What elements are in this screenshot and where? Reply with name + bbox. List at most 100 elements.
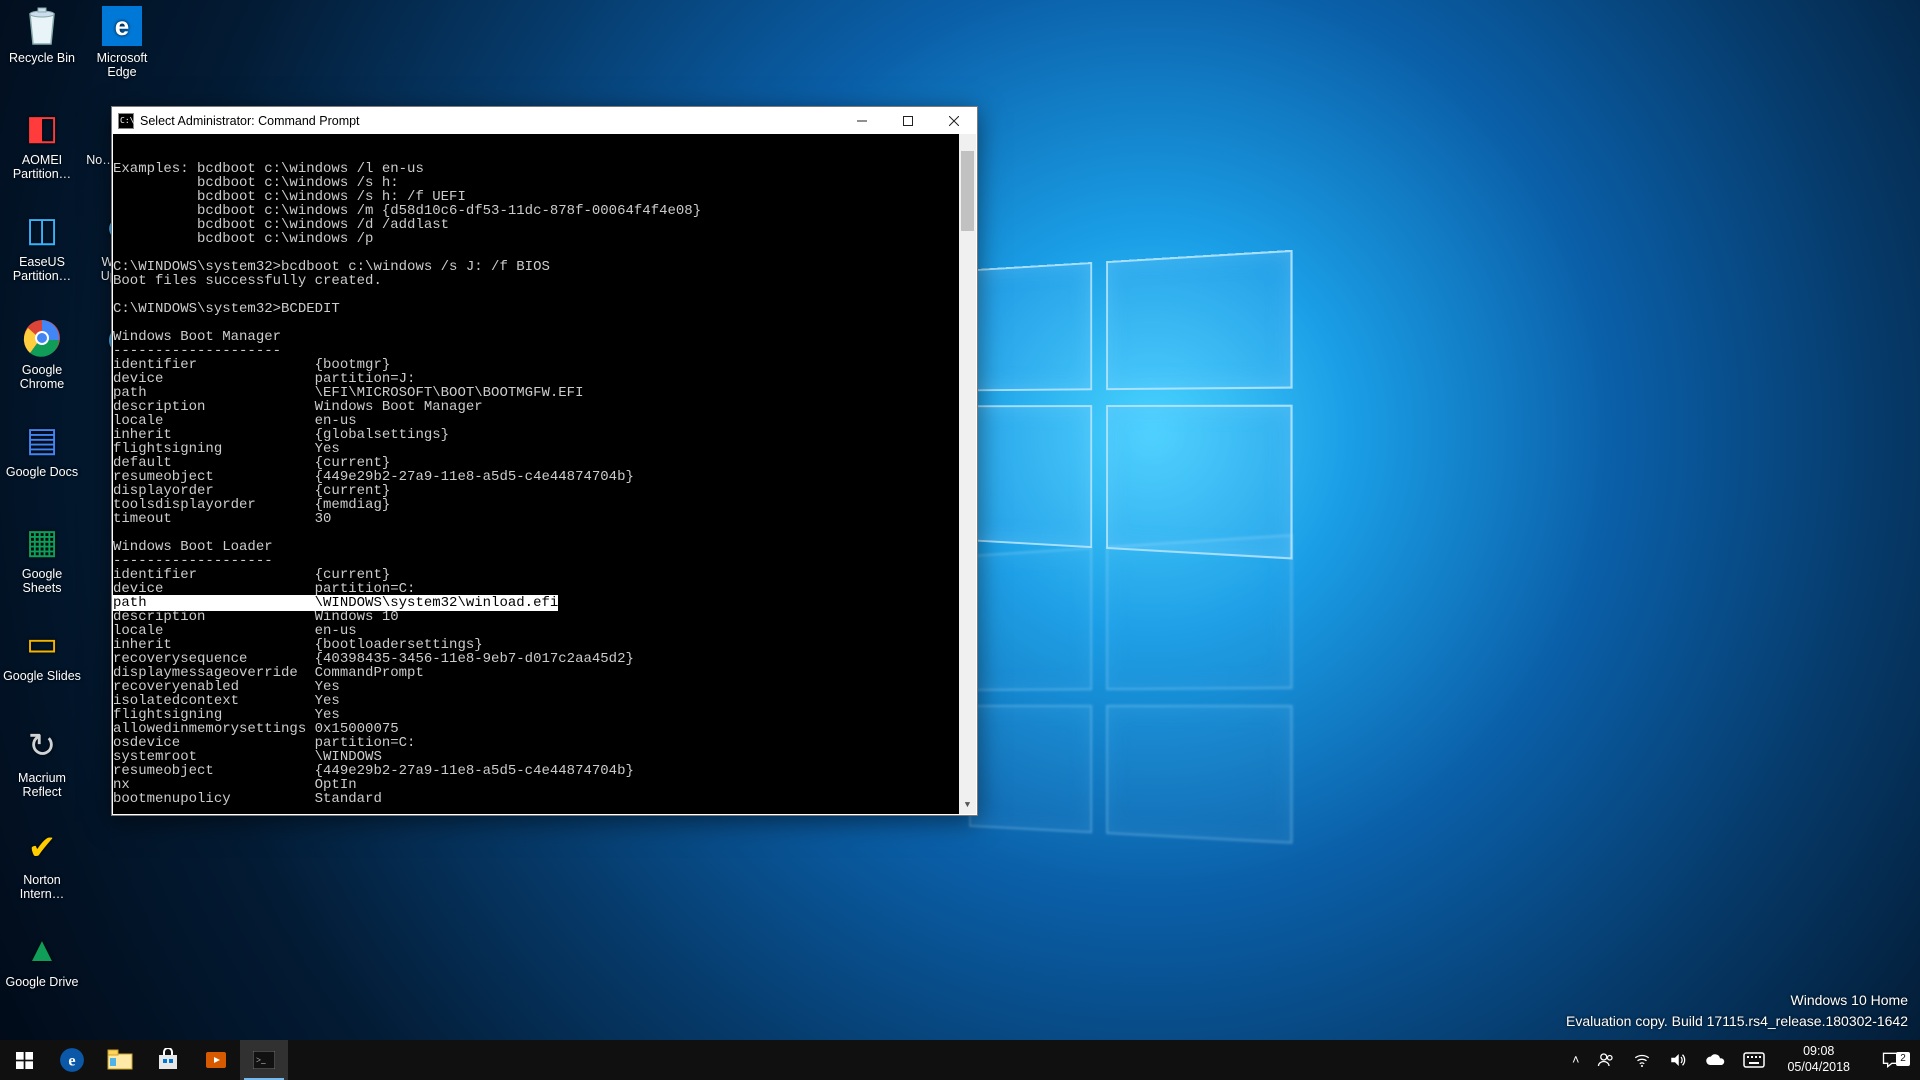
microsoft-edge-icon: e (100, 4, 144, 48)
norton-icon: ✔ (20, 826, 64, 870)
taskbar[interactable]: e >_ ˄ 09:08 05/04/2018 (0, 1040, 1920, 1080)
terminal-line: ------------------- (113, 554, 976, 568)
terminal-line: bcdboot c:\windows /d /addlast (113, 218, 976, 232)
gslides-icon: ▭ (20, 622, 64, 666)
desktop-icon-label: Google Drive (0, 975, 84, 989)
terminal-line: flightsigning Yes (113, 442, 976, 456)
command-prompt-window[interactable]: Select Administrator: Command Prompt Exa… (111, 106, 978, 816)
action-center-button[interactable]: 2 (1868, 1050, 1914, 1070)
terminal-line: timeout 30 (113, 512, 976, 526)
terminal-line: -------------------- (113, 344, 976, 358)
terminal-line: recoverysequence {40398435-3456-11e8-9eb… (113, 652, 976, 666)
svg-text:e: e (68, 1051, 75, 1069)
terminal-line: path \EFI\MICROSOFT\BOOT\BOOTMGFW.EFI (113, 386, 976, 400)
gsheets-icon: ▦ (20, 520, 64, 564)
store-taskbar-button[interactable] (144, 1040, 192, 1080)
clock-time: 09:08 (1787, 1044, 1850, 1060)
scroll-down-button[interactable]: ▼ (959, 797, 976, 814)
terminal-line-selected: path \WINDOWS\system32\winload.efi (113, 596, 976, 610)
people-icon[interactable] (1593, 1051, 1619, 1069)
scroll-thumb[interactable] (961, 151, 974, 231)
onedrive-icon[interactable] (1701, 1053, 1729, 1067)
easeus-icon: ◫ (20, 208, 64, 252)
touch-keyboard-icon[interactable] (1739, 1052, 1769, 1068)
close-button[interactable] (931, 107, 977, 134)
terminal-line: resumeobject {449e29b2-27a9-11e8-a5d5-c4… (113, 470, 976, 484)
window-titlebar[interactable]: Select Administrator: Command Prompt (112, 107, 977, 134)
macrium-icon: ↻ (20, 724, 64, 768)
terminal-line: device partition=C: (113, 582, 976, 596)
maximize-button[interactable] (885, 107, 931, 134)
terminal-line: locale en-us (113, 414, 976, 428)
terminal-line: displayorder {current} (113, 484, 976, 498)
terminal-line: bcdboot c:\windows /p (113, 232, 976, 246)
terminal-line: device partition=J: (113, 372, 976, 386)
edge-taskbar-button[interactable]: e (48, 1040, 96, 1080)
wifi-icon[interactable] (1629, 1051, 1655, 1069)
clock-date: 05/04/2018 (1787, 1060, 1850, 1076)
terminal-line: Examples: bcdboot c:\windows /l en-us (113, 162, 976, 176)
watermark-edition: Windows 10 Home (1566, 990, 1908, 1011)
taskbar-clock[interactable]: 09:08 05/04/2018 (1779, 1044, 1858, 1075)
terminal-output[interactable]: Examples: bcdboot c:\windows /l en-us bc… (113, 134, 976, 814)
terminal-line: toolsdisplayorder {memdiag} (113, 498, 976, 512)
terminal-line: isolatedcontext Yes (113, 694, 976, 708)
terminal-line (113, 246, 976, 260)
recycle-bin-icon (20, 4, 64, 48)
cmd-taskbar-button[interactable]: >_ (240, 1040, 288, 1080)
desktop-icon-gdrive[interactable]: ▲ Google Drive (0, 928, 84, 989)
desktop-icon-gdocs[interactable]: ▤Google Docs (0, 418, 84, 479)
terminal-line: inherit {globalsettings} (113, 428, 976, 442)
terminal-line: bcdboot c:\windows /s h: /f UEFI (113, 190, 976, 204)
notification-badge: 2 (1896, 1052, 1910, 1066)
terminal-line: inherit {bootloadersettings} (113, 638, 976, 652)
terminal-line: Windows Boot Manager (113, 330, 976, 344)
volume-icon[interactable] (1665, 1051, 1691, 1069)
terminal-line: osdevice partition=C: (113, 736, 976, 750)
desktop-icon-microsoft-edge[interactable]: eMicrosoft Edge (80, 4, 164, 80)
terminal-line: identifier {current} (113, 568, 976, 582)
windows-logo-reflection (969, 566, 1303, 845)
terminal-line: bootmenupolicy Standard (113, 792, 976, 806)
desktop-icon-norton[interactable]: ✔ Norton Intern… (0, 826, 84, 902)
terminal-line: description Windows Boot Manager (113, 400, 976, 414)
cmd-icon (118, 113, 134, 129)
terminal-line: locale en-us (113, 624, 976, 638)
terminal-line (113, 316, 976, 330)
desktop-icon-gsheets[interactable]: ▦ Google Sheets (0, 520, 84, 596)
terminal-line (113, 806, 976, 814)
movies-taskbar-button[interactable] (192, 1040, 240, 1080)
desktop-icon-macrium[interactable]: ↻ Macrium Reflect (0, 724, 84, 800)
file-explorer-taskbar-button[interactable] (96, 1040, 144, 1080)
desktop-icon-label: Recycle Bin (0, 51, 84, 65)
start-button[interactable] (0, 1040, 48, 1080)
terminal-line: flightsigning Yes (113, 708, 976, 722)
terminal-line: bcdboot c:\windows /s h: (113, 176, 976, 190)
terminal-line: bcdboot c:\windows /m {d58d10c6-df53-11d… (113, 204, 976, 218)
terminal-line: default {current} (113, 456, 976, 470)
terminal-scrollbar[interactable]: ▲ ▼ (959, 134, 976, 814)
desktop-icon-easeus[interactable]: ◫EaseUS Partition… (0, 208, 84, 284)
aomei-icon: ◧ (20, 106, 64, 150)
gdocs-icon: ▤ (20, 418, 64, 462)
watermark-build: Evaluation copy. Build 17115.rs4_release… (1566, 1011, 1908, 1032)
terminal-line: systemroot \WINDOWS (113, 750, 976, 764)
tray-overflow-chevron-icon[interactable]: ˄ (1568, 1053, 1583, 1067)
desktop-icon-gslides[interactable]: ▭Google Slides (0, 622, 84, 683)
desktop-icon-chrome[interactable]: Google Chrome (0, 316, 84, 392)
terminal-line: nx OptIn (113, 778, 976, 792)
terminal-line (113, 526, 976, 540)
gdrive-icon: ▲ (20, 928, 64, 972)
svg-text:>_: >_ (256, 1055, 266, 1065)
terminal-line: description Windows 10 (113, 610, 976, 624)
terminal-line: C:\WINDOWS\system32>bcdboot c:\windows /… (113, 260, 976, 274)
desktop-icon-aomei[interactable]: ◧AOMEI Partition… (0, 106, 84, 182)
terminal-line: C:\WINDOWS\system32>BCDEDIT (113, 302, 976, 316)
terminal-line: Windows Boot Loader (113, 540, 976, 554)
desktop-icon-label: Macrium Reflect (0, 771, 84, 800)
minimize-button[interactable] (839, 107, 885, 134)
desktop-icon-label: Google Sheets (0, 567, 84, 596)
desktop-icon-recycle-bin[interactable]: Recycle Bin (0, 4, 84, 65)
system-tray: ˄ 09:08 05/04/2018 2 (1562, 1040, 1920, 1080)
desktop-icon-label: Norton Intern… (0, 873, 84, 902)
